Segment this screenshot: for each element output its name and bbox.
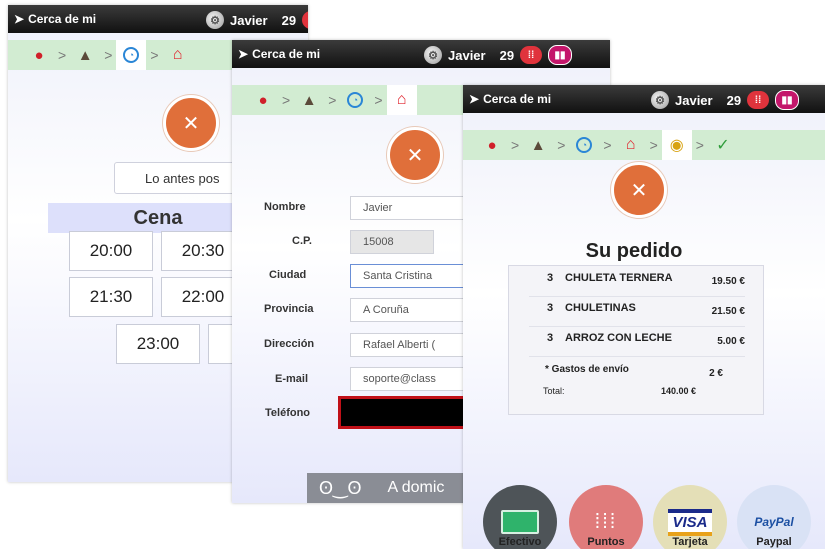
step-time-icon[interactable]: ◔	[340, 85, 370, 115]
pay-card-label: Tarjeta	[672, 536, 708, 548]
step-location-icon[interactable]: ●	[477, 130, 507, 160]
cp-input[interactable]: 15008	[350, 230, 434, 254]
user-area[interactable]: ⚙ Javier 29 ⁞⁞ ▮▮	[651, 90, 800, 110]
order-item: 3 CHULETA TERNERA 19.50 €	[529, 266, 745, 297]
step-payment-icon[interactable]: ◉	[661, 130, 692, 160]
top-bar: ➤Cerca de mi ⚙ Javier 29 ⁞⁞ ▮▮	[463, 85, 825, 113]
paypal-icon: PayPal	[754, 515, 794, 529]
address-input[interactable]: Rafael Alberti (	[350, 333, 465, 357]
near-me-button[interactable]: ➤ Cerca de mi	[469, 92, 551, 106]
restaurant-logo: ✕	[611, 162, 667, 218]
points-count: 29	[726, 92, 742, 108]
step-menu-icon[interactable]: ▲	[294, 85, 324, 115]
location-arrow-icon: ➤	[14, 12, 25, 26]
near-me-button[interactable]: ➤ Cerca de mi	[14, 12, 96, 26]
pay-points-label: Puntos	[587, 536, 625, 548]
step-location-icon[interactable]: ●	[248, 85, 278, 115]
location-arrow-icon: ➤	[238, 47, 249, 61]
screen-order-summary: ➤ Cerca de mi ⚙ Javier 29 ⁞⁞ ▮▮ ● > ▲ > ◔…	[463, 85, 825, 549]
step-menu-icon[interactable]: ▲	[70, 40, 100, 70]
progress-steps: ● > ▲ > ◔ > ⌂ > ◉ > ✓	[463, 130, 825, 160]
step-address-icon[interactable]: ⌂	[163, 40, 193, 70]
restaurant-logo: ✕	[163, 95, 219, 151]
step-time-icon[interactable]: ◔	[569, 130, 599, 160]
province-input[interactable]: A Coruña	[350, 298, 465, 322]
order-item: 3 ARROZ CON LECHE 5.00 €	[529, 326, 745, 357]
points-icon[interactable]: ⁞⁞	[747, 91, 770, 109]
points-count: 29	[499, 47, 515, 63]
total-label: Total:	[543, 386, 565, 396]
email-label: E-mail	[275, 373, 309, 385]
user-name: Javier	[230, 12, 268, 28]
motorbike-icon: ʘ‿ʘ	[319, 477, 362, 498]
points-icon[interactable]: ⁞⁞	[302, 11, 308, 29]
city-input[interactable]: Santa Cristina	[350, 264, 465, 288]
order-item: 3 CHULETINAS 21.50 €	[529, 296, 745, 327]
user-name: Javier	[675, 92, 713, 108]
restaurant-logo: ✕	[387, 127, 443, 183]
user-area[interactable]: ⚙ Javier 29 ⁞⁞ ▮▮	[206, 10, 308, 30]
order-summary-box: 3 CHULETA TERNERA 19.50 € 3 CHULETINAS 2…	[508, 265, 764, 415]
order-title: Su pedido	[585, 240, 683, 262]
near-me-button[interactable]: ➤ Cerca de mi	[238, 47, 320, 61]
avatar-icon: ⚙	[424, 46, 442, 64]
menu-icon[interactable]: ▮▮	[548, 45, 573, 65]
name-input[interactable]: Javier	[350, 196, 465, 220]
time-slot[interactable]: 23:00	[116, 324, 200, 364]
avatar-icon: ⚙	[206, 11, 224, 29]
shipping-label: * Gastos de envío	[545, 364, 629, 375]
step-time-icon[interactable]: ◔	[116, 40, 147, 70]
pay-cash-label: Efectivo	[498, 536, 542, 548]
menu-icon[interactable]: ▮▮	[775, 90, 800, 110]
phone-label: Teléfono	[265, 407, 311, 419]
time-slot[interactable]: 21:30	[69, 277, 153, 317]
points-grid-icon: ⁞⁞⁞	[594, 510, 618, 533]
address-label: Dirección	[264, 338, 315, 350]
total-value: 140.00 €	[661, 386, 697, 396]
time-slot[interactable]: 20:00	[69, 231, 153, 271]
top-bar: ➤Cerca de mi ⚙ Javier 29 ⁞⁞ ▮▮	[232, 40, 610, 68]
user-name: Javier	[448, 47, 486, 63]
step-address-icon[interactable]: ⌂	[616, 130, 646, 160]
cash-icon	[501, 510, 539, 534]
name-label: Nombre	[264, 201, 306, 213]
pay-paypal-label: Paypal	[756, 536, 792, 548]
city-label: Ciudad	[269, 269, 307, 281]
step-menu-icon[interactable]: ▲	[523, 130, 553, 160]
location-arrow-icon: ➤	[469, 92, 480, 106]
province-label: Provincia	[264, 303, 314, 315]
cp-label: C.P.	[292, 235, 312, 247]
step-confirm-icon[interactable]: ✓	[708, 130, 738, 160]
points-icon[interactable]: ⁞⁞	[520, 46, 543, 64]
phone-input[interactable]	[338, 396, 468, 429]
points-count: 29	[281, 12, 297, 28]
visa-icon: VISA	[668, 508, 712, 536]
step-location-icon[interactable]: ●	[24, 40, 54, 70]
user-area[interactable]: ⚙ Javier 29 ⁞⁞ ▮▮	[424, 45, 573, 65]
step-address-icon[interactable]: ⌂	[386, 85, 417, 115]
shipping-price: 2 €	[709, 368, 723, 379]
email-input[interactable]: soporte@class	[350, 367, 465, 391]
top-bar: ➤Cerca de mi ⚙ Javier 29 ⁞⁞ ▮▮	[8, 5, 308, 33]
avatar-icon: ⚙	[651, 91, 669, 109]
